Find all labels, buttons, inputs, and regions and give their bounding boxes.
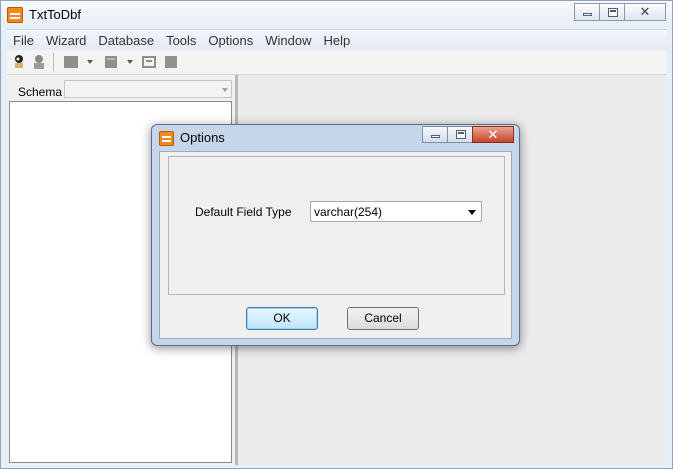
maximize-icon [456, 130, 466, 139]
default-field-type-label: Default Field Type [195, 205, 292, 219]
cancel-button[interactable]: Cancel [347, 307, 419, 330]
export-icon[interactable] [141, 54, 157, 70]
minimize-button[interactable] [574, 3, 600, 21]
menu-wizard[interactable]: Wizard [40, 33, 92, 48]
menu-tools[interactable]: Tools [160, 33, 202, 48]
chevron-down-icon [468, 210, 476, 215]
menu-help[interactable]: Help [317, 33, 356, 48]
options-dialog: Options ✕ Default Field Type varchar(254… [151, 124, 520, 346]
maximize-button[interactable] [599, 3, 625, 21]
minimize-icon [431, 135, 440, 138]
schema-dropdown[interactable] [64, 80, 232, 98]
schema-label: Schema [18, 85, 63, 99]
menu-options[interactable]: Options [202, 33, 259, 48]
close-icon: ✕ [639, 4, 651, 19]
dialog-caption-buttons: ✕ [422, 126, 514, 143]
import-icon[interactable] [103, 54, 119, 70]
default-field-type-select[interactable]: varchar(254) [310, 201, 482, 222]
dialog-app-icon [159, 131, 174, 146]
menu-file[interactable]: File [7, 33, 40, 48]
default-field-type-value: varchar(254) [314, 205, 383, 219]
dialog-maximize-button[interactable] [447, 126, 473, 143]
dialog-title: Options [180, 130, 225, 145]
maximize-icon [608, 8, 618, 17]
options-group: Default Field Type varchar(254) [168, 156, 505, 295]
dialog-close-button[interactable]: ✕ [472, 126, 514, 143]
table-dropdown-icon[interactable] [87, 60, 93, 64]
stop-icon[interactable] [163, 54, 179, 70]
menu-bar: File Wizard Database Tools Options Windo… [7, 29, 667, 50]
disconnect-icon[interactable] [31, 54, 47, 70]
chevron-down-icon [222, 88, 228, 92]
close-button[interactable]: ✕ [624, 3, 666, 21]
caption-buttons: ✕ [574, 3, 666, 21]
menu-database[interactable]: Database [92, 33, 160, 48]
ok-button[interactable]: OK [246, 307, 318, 330]
title-bar: TxtToDbf ✕ [1, 1, 672, 29]
window-title: TxtToDbf [29, 7, 82, 22]
import-dropdown-icon[interactable] [127, 60, 133, 64]
dialog-body: Default Field Type varchar(254) OK Cance… [159, 151, 512, 339]
dialog-minimize-button[interactable] [422, 126, 448, 143]
minimize-icon [583, 13, 592, 16]
connect-icon[interactable] [11, 54, 27, 70]
close-icon: ✕ [487, 127, 499, 142]
toolbar-separator [53, 53, 54, 71]
menu-window[interactable]: Window [259, 33, 317, 48]
table-icon[interactable] [63, 54, 79, 70]
app-icon [7, 7, 23, 23]
toolbar [7, 50, 667, 75]
